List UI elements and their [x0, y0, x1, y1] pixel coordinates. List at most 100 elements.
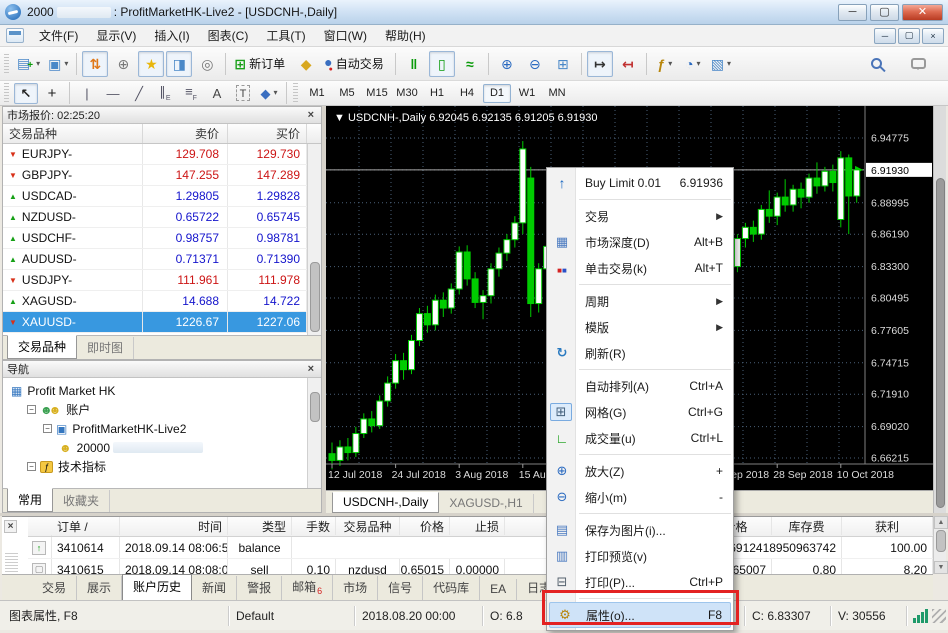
tree-expand-icon[interactable]: −	[43, 424, 52, 433]
market-watch-row[interactable]: ▼GBPJPY-147.255147.289	[3, 165, 321, 186]
toolbar-gripper[interactable]	[4, 83, 9, 103]
scroll-up-icon[interactable]: ▲	[934, 516, 948, 529]
market-watch-toggle-button[interactable]	[82, 51, 108, 77]
market-watch-row[interactable]: ▼EURJPY-129.708129.730	[3, 144, 321, 165]
tile-windows-button[interactable]	[550, 51, 576, 77]
child-minimize-button[interactable]: ─	[874, 28, 896, 44]
scrollbar-thumb[interactable]	[310, 392, 320, 422]
history-column-止损[interactable]: 止损	[450, 517, 505, 535]
autotrading-button[interactable]: 自动交易	[321, 51, 390, 77]
refresh-menu-item[interactable]: 刷新(R)	[547, 340, 733, 366]
auto-scroll-button[interactable]	[587, 51, 613, 77]
terminal-tab-账户历史[interactable]: 账户历史	[122, 574, 192, 600]
text-label-button[interactable]	[231, 83, 255, 104]
terminal-toggle-button[interactable]	[166, 51, 192, 77]
auto-arrange-menu-item[interactable]: 自动排列(A)Ctrl+A	[547, 373, 733, 399]
properties-menu-item[interactable]: 属性(o)...F8	[549, 602, 731, 628]
terminal-tab-交易[interactable]: 交易	[32, 576, 77, 600]
indicators-button[interactable]: ▾	[652, 51, 678, 77]
column-ask[interactable]: 买价	[228, 124, 307, 143]
strategy-tester-button[interactable]	[194, 51, 220, 77]
chart-window-icon[interactable]	[6, 28, 24, 43]
terminal-tab-展示[interactable]: 展示	[77, 576, 122, 600]
market-watch-row[interactable]: ▲USDCAD-1.298051.29828	[3, 186, 321, 207]
navigator-scrollbar[interactable]	[307, 378, 321, 488]
tree-item-20000[interactable]: 20000	[3, 438, 321, 457]
terminal-tab-市场[interactable]: 市场	[333, 576, 378, 600]
history-column-交易品种[interactable]: 交易品种	[336, 517, 400, 535]
terminal-tab-邮箱[interactable]: 邮箱6	[282, 575, 333, 600]
chart-tab-XAGUSD-,H1[interactable]: XAGUSD-,H1	[439, 494, 533, 513]
tree-item-Profit Market HK[interactable]: Profit Market HK	[3, 381, 321, 400]
line-chart-mode-button[interactable]	[457, 51, 483, 77]
column-symbol[interactable]: 交易品种	[3, 124, 143, 143]
toolbar-gripper[interactable]	[4, 54, 9, 74]
fibonacci-button[interactable]	[179, 83, 203, 104]
timeframe-h4-button[interactable]: H4	[453, 84, 481, 103]
navigator-toggle-button[interactable]	[138, 51, 164, 77]
trendline-button[interactable]	[127, 83, 151, 104]
new-chart-button[interactable]: ▾	[14, 51, 43, 77]
child-restore-button[interactable]: ▢	[898, 28, 920, 44]
zoom-out-button[interactable]	[522, 51, 548, 77]
minimize-button[interactable]: ─	[838, 4, 867, 21]
periods-button[interactable]: ▾	[680, 51, 706, 77]
tree-item-ProfitMarketHK-Live2[interactable]: −ProfitMarketHK-Live2	[3, 419, 321, 438]
history-column-类型[interactable]: 类型	[228, 517, 292, 535]
menubar-item-5[interactable]: 窗口(W)	[315, 24, 376, 47]
search-button[interactable]	[863, 51, 889, 77]
chart-scrollbar[interactable]	[933, 106, 946, 513]
data-window-button[interactable]	[110, 51, 136, 77]
terminal-scrollbar[interactable]: ▲ ▼	[933, 516, 946, 574]
menubar-item-1[interactable]: 显示(V)	[87, 24, 145, 47]
timeframe-h1-button[interactable]: H1	[423, 84, 451, 103]
new-order-button[interactable]: 新订单	[231, 51, 291, 77]
navigator-tab-收藏夹[interactable]: 收藏夹	[53, 490, 110, 512]
equidistant-channel-button[interactable]	[153, 83, 177, 104]
terminal-tab-信号[interactable]: 信号	[378, 576, 423, 600]
templates-button[interactable]: ▾	[708, 51, 734, 77]
scrollbar-thumb[interactable]	[936, 178, 945, 508]
market-watch-tab-交易品种[interactable]: 交易品种	[7, 335, 77, 359]
chart-tab-USDCNH-,Daily[interactable]: USDCNH-,Daily	[332, 492, 439, 513]
zoom-out-menu-item[interactable]: 缩小(m)-	[547, 484, 733, 510]
periods-menu-item[interactable]: 周期▶	[547, 288, 733, 314]
market-watch-scrollbar[interactable]	[307, 144, 321, 335]
horizontal-line-button[interactable]	[101, 83, 125, 104]
close-button[interactable]: ✕	[902, 4, 943, 21]
grid-menu-item[interactable]: 网格(G)Ctrl+G	[547, 399, 733, 425]
zoom-in-menu-item[interactable]: 放大(Z)+	[547, 458, 733, 484]
scrollbar-thumb[interactable]	[936, 530, 946, 552]
navigator-tab-常用[interactable]: 常用	[7, 488, 53, 512]
chart-shift-button[interactable]	[615, 51, 641, 77]
templates-menu-item[interactable]: 模版▶	[547, 314, 733, 340]
tree-expand-icon[interactable]: −	[27, 405, 36, 414]
bar-chart-mode-button[interactable]	[401, 51, 427, 77]
menubar-item-4[interactable]: 工具(T)	[257, 24, 314, 47]
vertical-line-button[interactable]	[75, 83, 99, 104]
buy-limit-menu-item[interactable]: Buy Limit 0.016.91936	[547, 170, 733, 196]
maximize-button[interactable]: ▢	[870, 4, 899, 21]
chat-button[interactable]	[905, 51, 931, 77]
market-watch-row[interactable]: ▲AUDUSD-0.713710.71390	[3, 249, 321, 270]
history-column-时间[interactable]: 时间	[120, 517, 228, 535]
history-row[interactable]: 34106142018.09.14 08:06:59balance6912418…	[28, 537, 933, 559]
terminal-tab-代码库[interactable]: 代码库	[423, 576, 480, 600]
market-watch-tab-即时图[interactable]: 即时图	[77, 337, 134, 359]
toolbar-gripper[interactable]	[293, 83, 298, 103]
market-watch-row[interactable]: ▲NZDUSD-0.657220.65745	[3, 207, 321, 228]
history-column-订单 /[interactable]: 订单 /	[52, 517, 120, 535]
menubar-item-2[interactable]: 插入(I)	[145, 24, 198, 47]
resize-grip[interactable]	[932, 609, 946, 623]
timeframe-d1-button[interactable]: D1	[483, 84, 511, 103]
menubar-item-0[interactable]: 文件(F)	[30, 24, 87, 47]
depth-of-market-menu-item[interactable]: 市场深度(D)Alt+B	[547, 229, 733, 255]
volumes-menu-item[interactable]: 成交量(u)Ctrl+L	[547, 425, 733, 451]
scrollbar-thumb[interactable]	[310, 262, 320, 332]
timeframe-w1-button[interactable]: W1	[513, 84, 541, 103]
timeframe-m1-button[interactable]: M1	[303, 84, 331, 103]
tree-item-账户[interactable]: −账户	[3, 400, 321, 419]
terminal-tab-EA[interactable]: EA	[480, 579, 517, 600]
save-as-picture-menu-item[interactable]: 保存为图片(i)...	[547, 517, 733, 543]
menubar-item-6[interactable]: 帮助(H)	[376, 24, 435, 47]
